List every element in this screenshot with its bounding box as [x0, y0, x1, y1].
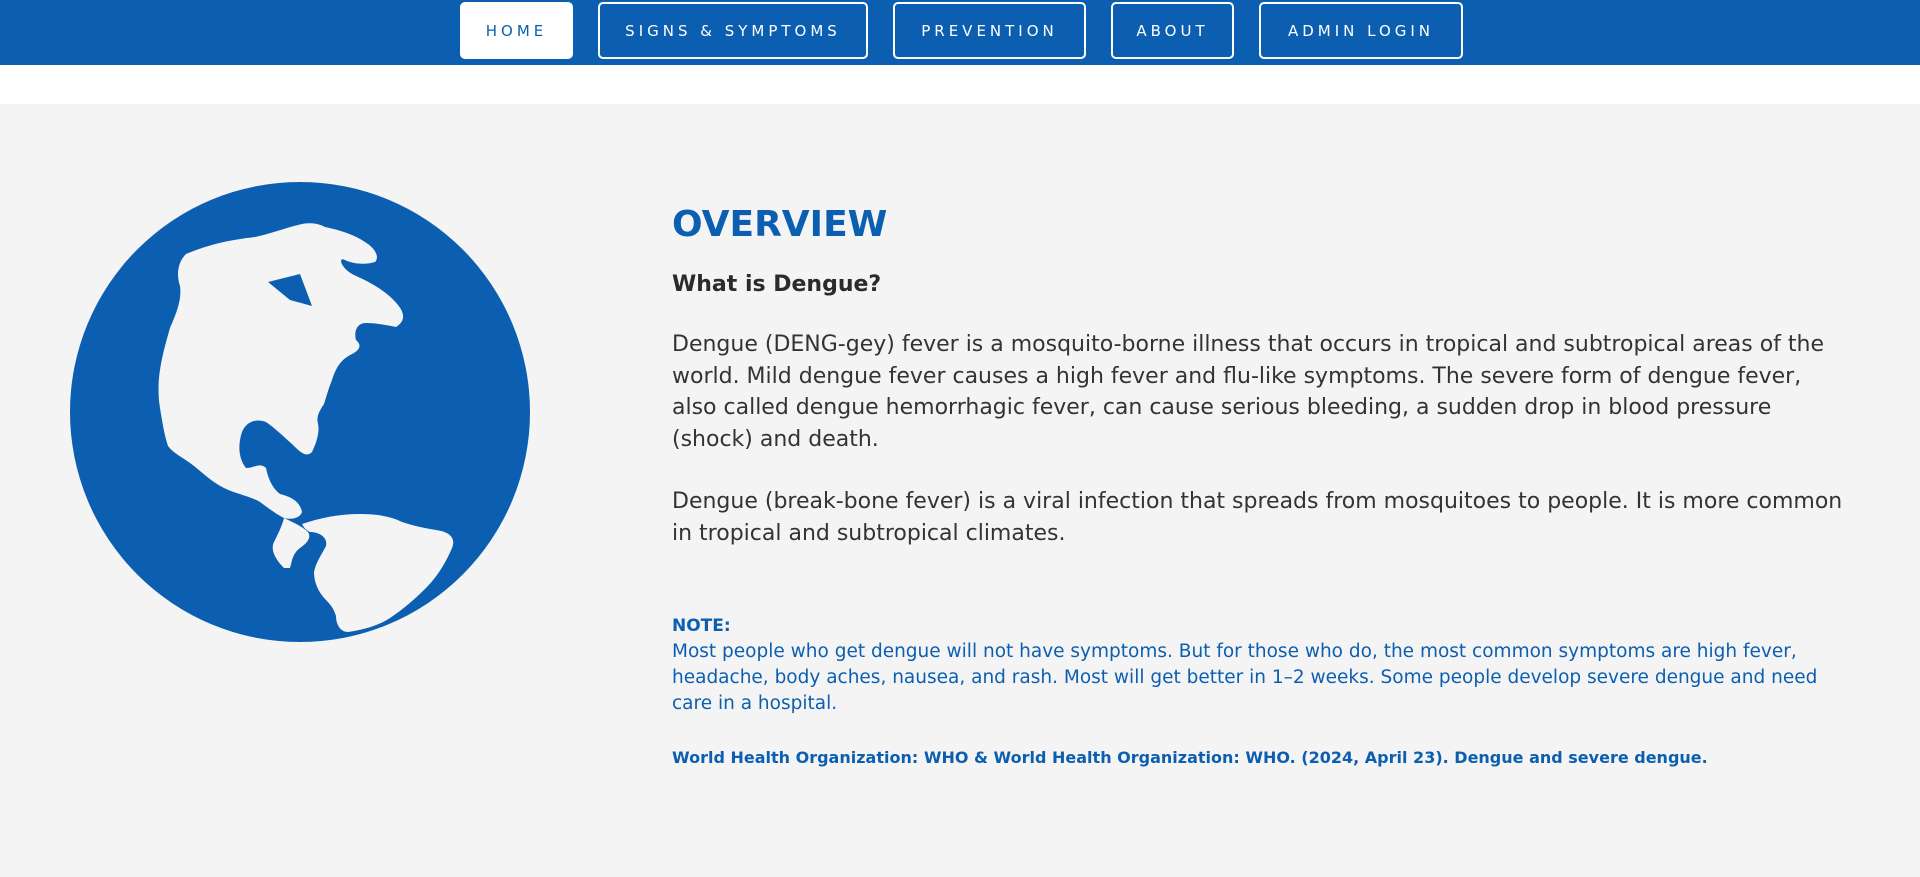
overview-title: OVERVIEW: [672, 204, 888, 245]
nav-prevention-button[interactable]: PREVENTION: [893, 2, 1086, 59]
nav-signs-symptoms-button[interactable]: SIGNS & SYMPTOMS: [598, 2, 868, 59]
what-is-dengue-heading: What is Dengue?: [672, 272, 882, 297]
top-navigation-bar: HOME SIGNS & SYMPTOMS PREVENTION ABOUT A…: [0, 0, 1920, 65]
header-spacer: [0, 65, 1920, 104]
dengue-description-paragraph-1: Dengue (DENG-gey) fever is a mosquito-bo…: [672, 332, 1825, 452]
note-label: NOTE:: [672, 616, 731, 636]
nav-admin-login-button[interactable]: ADMIN LOGIN: [1259, 2, 1463, 59]
nav-about-button[interactable]: ABOUT: [1111, 2, 1234, 59]
dengue-description-paragraph-2: Dengue (break-bone fever) is a viral inf…: [672, 489, 1843, 546]
overview-content: OVERVIEW What is Dengue? Dengue (DENG-ge…: [672, 200, 1852, 769]
overview-section: OVERVIEW What is Dengue? Dengue (DENG-ge…: [0, 104, 1920, 877]
globe-icon: [70, 182, 530, 642]
nav-home-button[interactable]: HOME: [460, 2, 573, 59]
note-text: Most people who get dengue will not have…: [672, 641, 1818, 714]
source-citation: World Health Organization: WHO & World H…: [672, 748, 1708, 767]
main-nav: HOME SIGNS & SYMPTOMS PREVENTION ABOUT A…: [460, 2, 1463, 59]
